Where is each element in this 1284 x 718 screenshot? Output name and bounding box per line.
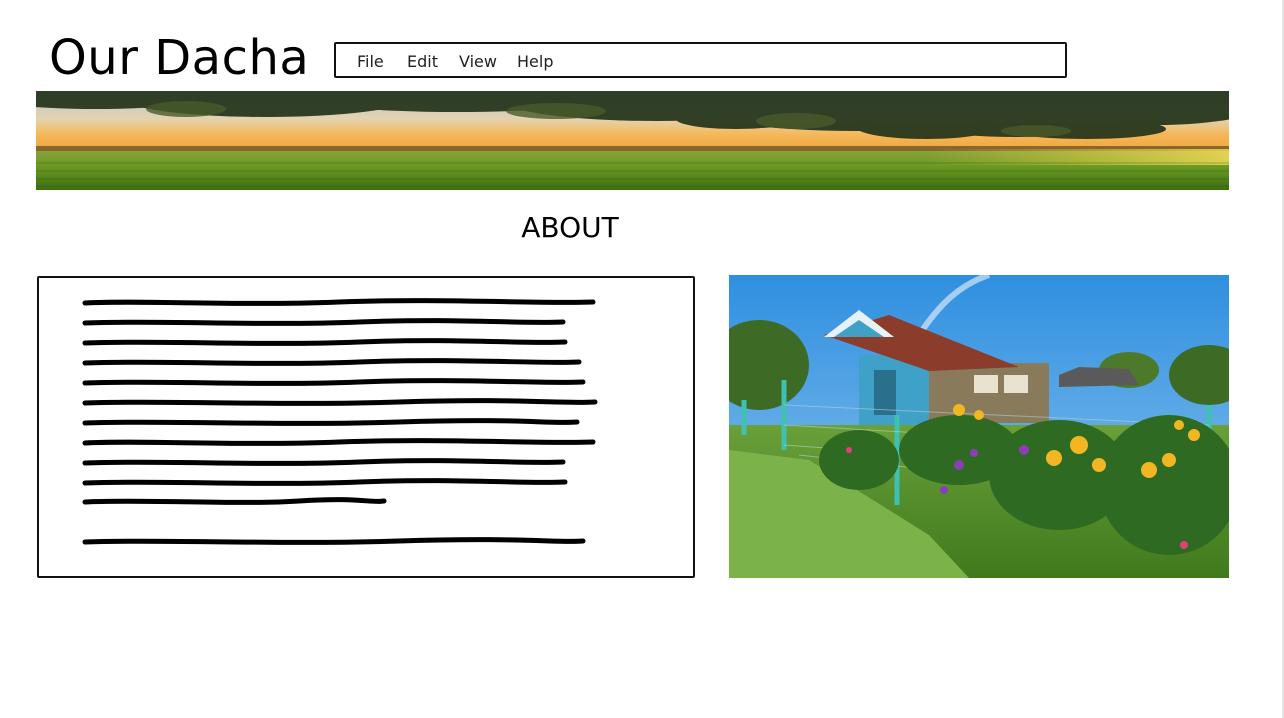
site-title: Our Dacha xyxy=(49,30,310,86)
dacha-photo xyxy=(729,275,1229,578)
banner-image xyxy=(36,91,1229,190)
scribble-placeholder-text xyxy=(82,298,598,545)
menu-item-help[interactable]: Help xyxy=(517,53,553,71)
menu-bar: File Edit View Help xyxy=(334,42,1067,78)
menu-item-edit[interactable]: Edit xyxy=(407,53,438,71)
menu-item-file[interactable]: File xyxy=(357,53,384,71)
landscape-banner-image xyxy=(36,91,1229,190)
dacha-house-photo xyxy=(729,275,1229,578)
about-text-box xyxy=(37,276,695,578)
menu-item-view[interactable]: View xyxy=(459,53,497,71)
about-heading: ABOUT xyxy=(521,211,619,244)
